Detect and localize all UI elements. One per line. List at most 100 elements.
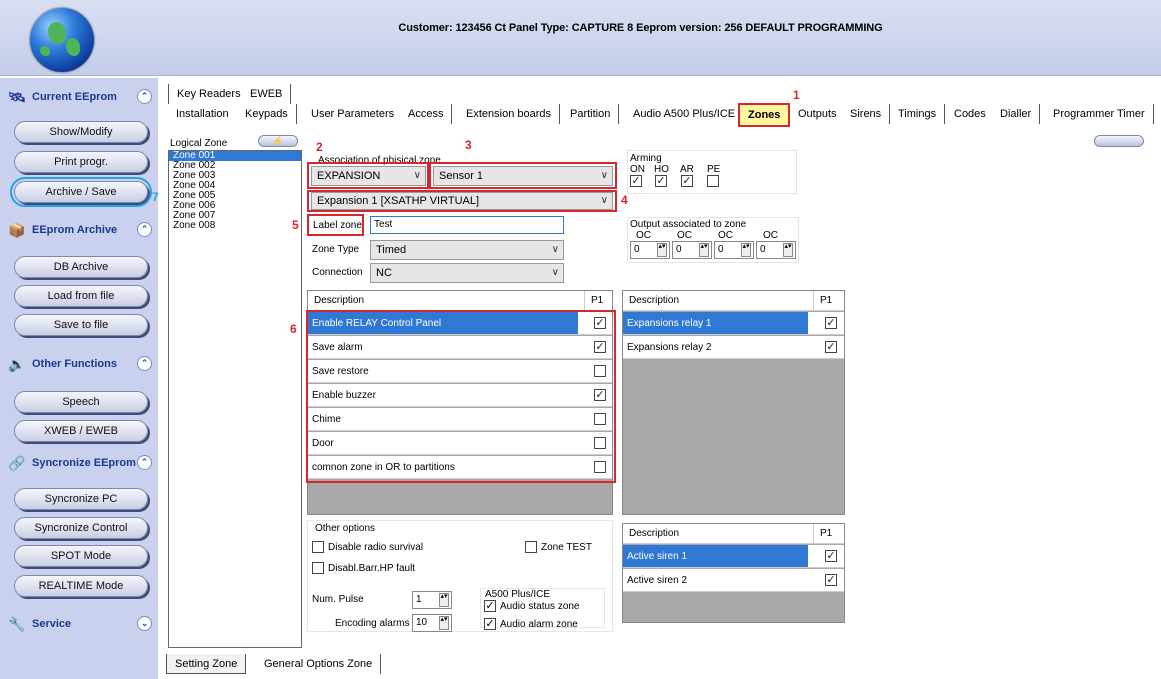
section-other-functions[interactable]: 🔈 Other Functions ⌃: [6, 353, 154, 375]
disable-radio-checkbox[interactable]: Disable radio survival: [312, 541, 423, 553]
checkbox-box[interactable]: [525, 541, 537, 553]
arming-col-on: ON: [630, 164, 645, 175]
speech-button[interactable]: Speech: [14, 391, 148, 413]
chevron-up-icon[interactable]: ⌃: [137, 222, 152, 237]
arming-on-checkbox[interactable]: ✓: [630, 175, 642, 187]
label-zone-input[interactable]: Test: [370, 216, 564, 234]
chevron-down-icon[interactable]: ⌄: [137, 616, 152, 631]
speaker-icon: 🔈: [8, 355, 26, 372]
xweb-eweb-button[interactable]: XWEB / EWEB: [14, 420, 148, 442]
zone-list[interactable]: Zone 001 Zone 002 Zone 003 Zone 004 Zone…: [168, 150, 302, 648]
p1-checkbox[interactable]: ✓: [825, 341, 837, 353]
stepper-arrows-icon[interactable]: ▴▾: [439, 616, 449, 630]
stepper-arrows-icon[interactable]: ▴▾: [783, 243, 793, 257]
tab-programmer-timer[interactable]: Programmer Timer: [1045, 104, 1154, 124]
section-eeprom-archive[interactable]: 📦 EEprom Archive ⌃: [6, 219, 154, 241]
p1-checkbox[interactable]: ✓: [825, 574, 837, 586]
audio-alarm-checkbox[interactable]: ✓ Audio alarm zone: [484, 618, 578, 630]
syncronize-control-button[interactable]: Syncronize Control: [14, 517, 148, 539]
tab-extension-boards[interactable]: Extension boards: [458, 104, 560, 124]
checkbox-box[interactable]: ✓: [484, 600, 496, 612]
zone-test-checkbox[interactable]: Zone TEST: [525, 541, 592, 553]
tab-general-options-zone[interactable]: General Options Zone: [256, 654, 382, 674]
tab-key-readers[interactable]: Key Readers: [168, 84, 250, 104]
column-header: P1: [813, 291, 832, 311]
section-syncronize-eeprom[interactable]: 🔗 Syncronize EEprom ⌃: [6, 452, 154, 474]
section-label: Syncronize EEprom: [32, 457, 136, 469]
callout-box-2: [307, 162, 429, 189]
list-item[interactable]: Zone 008: [169, 221, 301, 231]
tab-zones[interactable]: Zones: [738, 103, 791, 127]
header-title: Customer: 123456 Ct Panel Type: CAPTURE …: [398, 22, 883, 34]
arming-pe-checkbox[interactable]: [707, 175, 719, 187]
chevron-up-icon[interactable]: ⌃: [137, 356, 152, 371]
connection-label: Connection: [312, 267, 363, 278]
chevron-down-icon: ∨: [551, 244, 559, 255]
tab-eweb[interactable]: EWEB: [242, 84, 292, 104]
other-options-label: Other options: [315, 523, 376, 534]
table-cell: ✓: [808, 312, 844, 335]
tab-installation[interactable]: Installation: [168, 104, 238, 124]
show-modify-button[interactable]: Show/Modify: [14, 121, 148, 143]
tab-keypads[interactable]: Keypads: [237, 104, 297, 124]
num-pulse-label: Num. Pulse: [312, 594, 364, 605]
table-row[interactable]: Active siren 1: [623, 545, 808, 568]
chevron-up-icon[interactable]: ⌃: [137, 89, 152, 104]
arming-ar-checkbox[interactable]: ✓: [681, 175, 693, 187]
arming-ho-checkbox[interactable]: ✓: [655, 175, 667, 187]
tab-user-parameters[interactable]: User Parameters: [303, 104, 404, 124]
stepper-arrows-icon[interactable]: ▴▾: [657, 243, 667, 257]
label-zone-label: Label zone: [313, 220, 362, 231]
tab-audio-a500[interactable]: Audio A500 Plus/ICE: [625, 104, 745, 124]
save-to-file-button[interactable]: Save to file: [14, 314, 148, 336]
checkbox-label: Audio alarm zone: [500, 618, 578, 630]
load-from-file-button[interactable]: Load from file: [14, 285, 148, 307]
tab-dialler[interactable]: Dialler: [992, 104, 1041, 124]
encoding-label: Encoding alarms: [335, 618, 410, 629]
stepper-arrows-icon[interactable]: ▴▾: [439, 593, 449, 607]
table-row[interactable]: Active siren 2: [623, 569, 808, 592]
oc-col: OC: [718, 230, 733, 241]
section-service[interactable]: 🔧 Service ⌄: [6, 613, 154, 635]
chevron-up-icon[interactable]: ⌃: [137, 455, 152, 470]
disabl-barr-checkbox[interactable]: Disabl.Barr.HP fault: [312, 562, 415, 574]
tab-setting-zone[interactable]: Setting Zone: [166, 654, 247, 674]
p1-checkbox[interactable]: ✓: [825, 317, 837, 329]
tab-sirens[interactable]: Sirens: [842, 104, 891, 124]
connection-select[interactable]: NC ∨: [370, 263, 564, 283]
spot-mode-button[interactable]: SPOT Mode: [14, 545, 148, 567]
print-progr-button[interactable]: Print progr.: [14, 151, 148, 173]
tab-timings[interactable]: Timings: [890, 104, 946, 124]
section-current-eeprom[interactable]: 🛰 Current EEprom ⌃: [6, 86, 154, 108]
tab-outputs[interactable]: Outputs: [790, 104, 846, 124]
logical-zone-label: Logical Zone: [170, 138, 228, 149]
table-cell: ✓: [808, 569, 844, 592]
checkbox-label: Zone TEST: [541, 541, 592, 553]
db-archive-button[interactable]: DB Archive: [14, 256, 148, 278]
realtime-mode-button[interactable]: REALTIME Mode: [14, 575, 148, 597]
select-value: Timed: [376, 244, 407, 256]
table-row[interactable]: Expansions relay 2: [623, 336, 808, 359]
zone-type-combo[interactable]: Timed ∨: [370, 240, 564, 260]
audio-status-checkbox[interactable]: ✓ Audio status zone: [484, 600, 580, 612]
checkbox-box[interactable]: [312, 541, 324, 553]
edit-icon[interactable]: [1094, 135, 1144, 147]
archive-save-button[interactable]: Archive / Save: [10, 177, 152, 207]
stepper-arrows-icon[interactable]: ▴▾: [741, 243, 751, 257]
table-header: Description P1: [623, 291, 844, 311]
tab-access[interactable]: Access: [400, 104, 453, 124]
checkbox-box[interactable]: ✓: [484, 618, 496, 630]
table-row[interactable]: Expansions relay 1: [623, 312, 808, 335]
oc-col: OC: [763, 230, 778, 241]
p1-checkbox[interactable]: ✓: [825, 550, 837, 562]
bottom-tabs: Setting Zone General Options Zone: [160, 652, 1161, 679]
checkbox-label: Disable radio survival: [328, 541, 424, 553]
a500-label: A500 Plus/ICE: [485, 589, 551, 600]
checkbox-box[interactable]: [312, 562, 324, 574]
tab-partition[interactable]: Partition: [562, 104, 620, 124]
lightning-icon[interactable]: ⚡: [258, 135, 298, 147]
header-bar: Customer: 123456 Ct Panel Type: CAPTURE …: [0, 0, 1161, 76]
stepper-arrows-icon[interactable]: ▴▾: [699, 243, 709, 257]
tab-codes[interactable]: Codes: [946, 104, 995, 124]
syncronize-pc-button[interactable]: Syncronize PC: [14, 488, 148, 510]
